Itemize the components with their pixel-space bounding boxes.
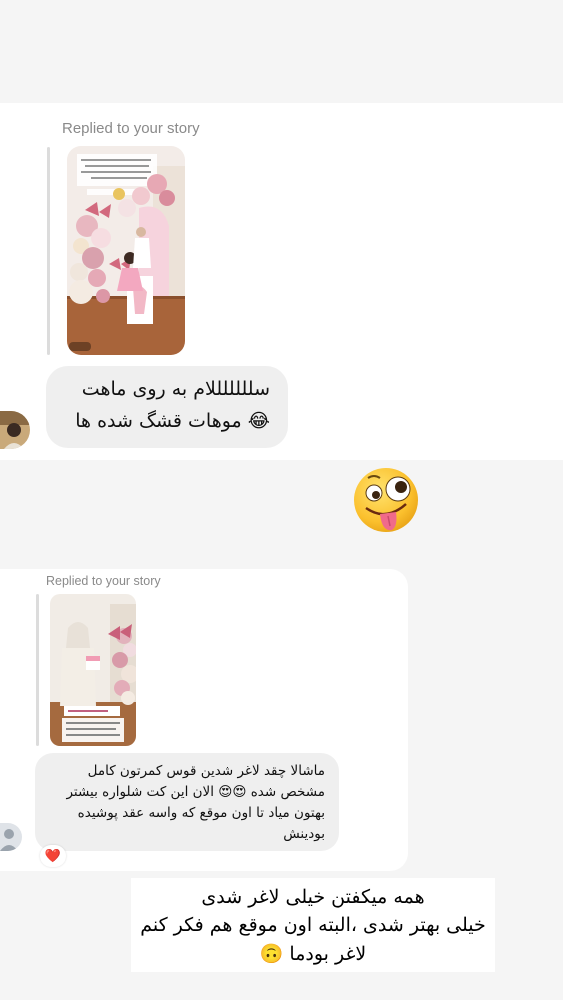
- message-text-line: بهتون میاد تا اون موقع که واسه عقد پوشید…: [77, 805, 325, 821]
- message-bubble[interactable]: ماشالا چقد لاغر شدین قوس کمرتون کامل مشخ…: [35, 753, 339, 851]
- story-image-portrait: [50, 594, 136, 746]
- replied-to-story-label: Replied to your story: [46, 574, 161, 588]
- replied-to-story-label: Replied to your story: [62, 120, 200, 137]
- story-image-balloons: [67, 146, 185, 355]
- reply-text-line: همه میکفتن خیلی لاغر شدی: [201, 886, 425, 908]
- message-text-line: سلللللللام به روی ماهت: [81, 378, 270, 400]
- message-text-line: 😂 موهات قشگ شده ها: [75, 410, 270, 432]
- story-thumbnail[interactable]: [50, 594, 136, 746]
- message-text-line: مشخص شده 😍😍 الان این کت شلواره بیشتر: [66, 784, 325, 800]
- message-text-line: ماشالا چقد لاغر شدین قوس کمرتون کامل: [87, 763, 325, 779]
- message-text-line: بودینش: [283, 826, 325, 842]
- message-bubble[interactable]: سلللللللام به روی ماهت 😂 موهات قشگ شده ه…: [46, 366, 288, 448]
- reply-quote-bar: [47, 147, 50, 355]
- heart-reaction-icon[interactable]: ❤️: [40, 845, 66, 867]
- reply-text-line: خیلی بهتر شدی ،البته اون موقع هم فکر کنم: [140, 914, 486, 936]
- message-text: موهات قشگ شده ها: [75, 410, 242, 432]
- reply-text-line: لاغر بودما 🙃: [259, 943, 367, 965]
- reply-text-card: همه میکفتن خیلی لاغر شدی خیلی بهتر شدی ،…: [131, 878, 495, 972]
- zany-face-emoji: [352, 466, 420, 534]
- story-thumbnail[interactable]: [67, 146, 185, 355]
- laughing-emoji: 😂: [247, 410, 270, 432]
- reply-quote-bar: [36, 594, 39, 746]
